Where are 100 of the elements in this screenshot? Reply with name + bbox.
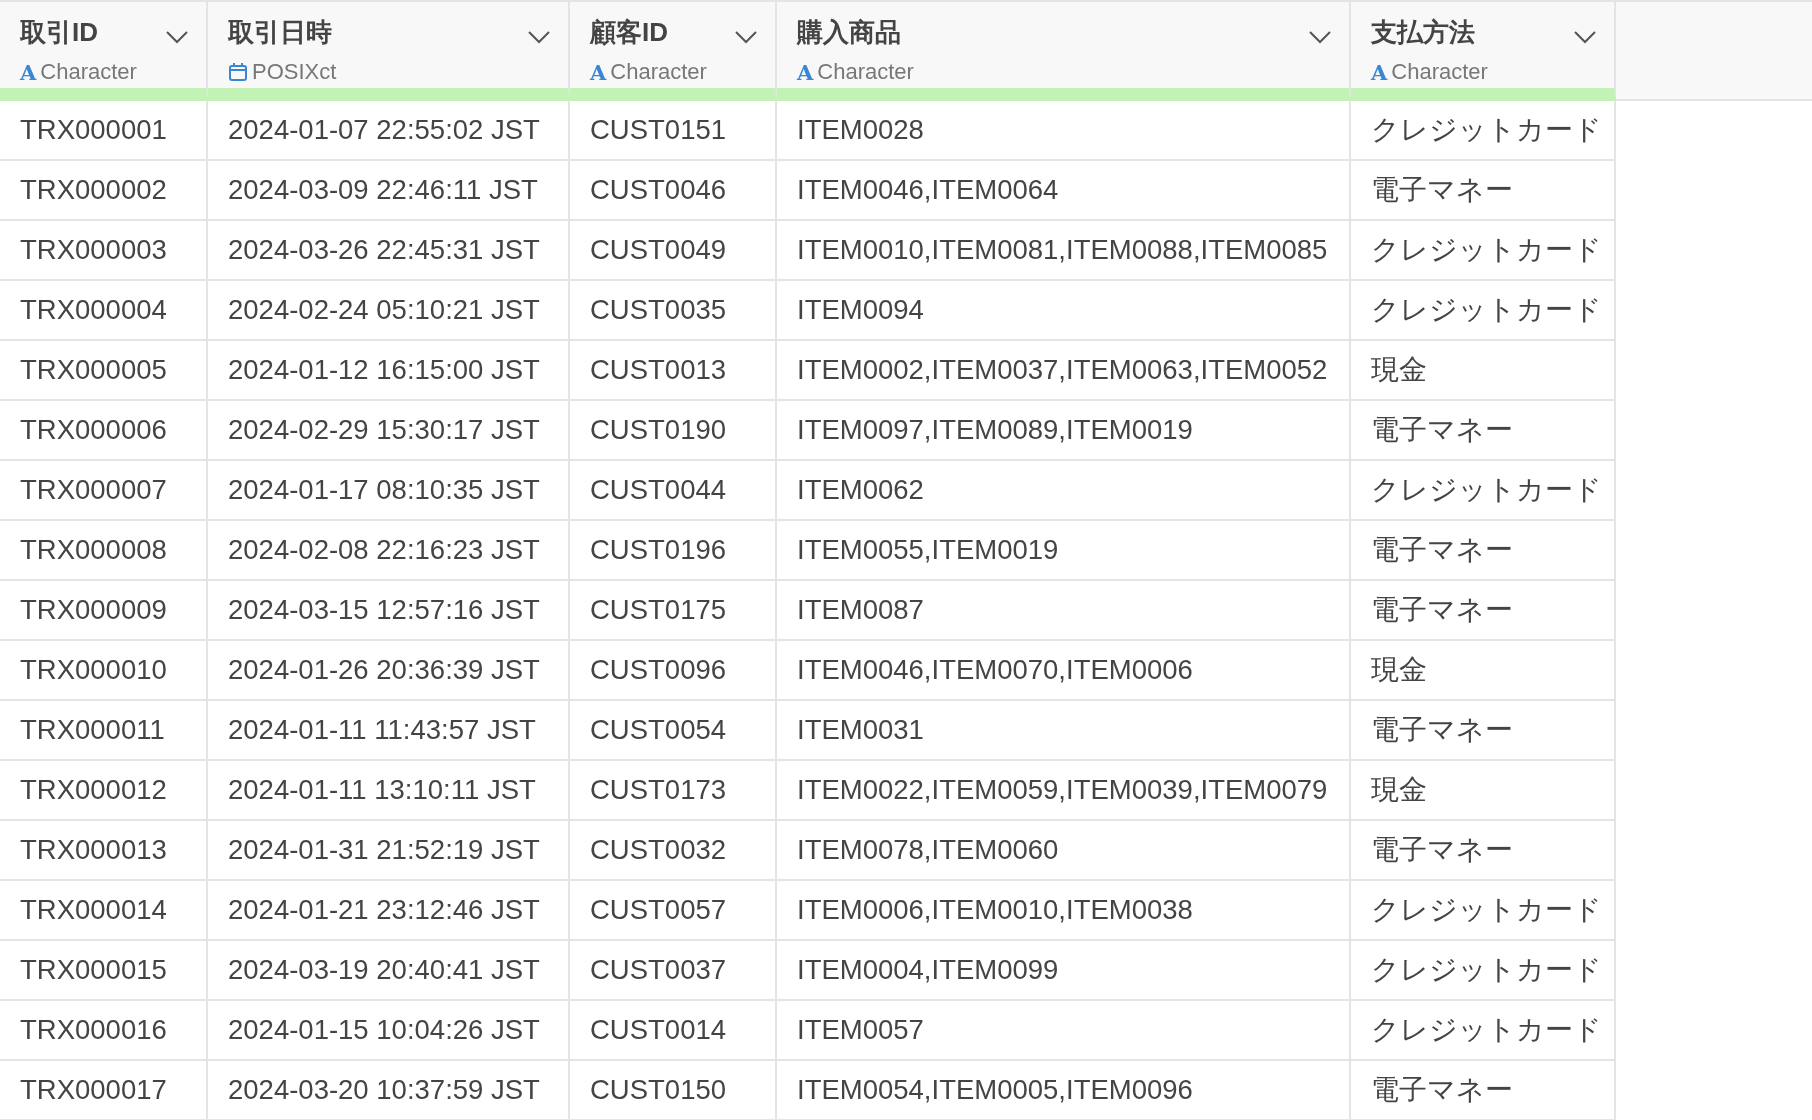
column-type-label: POSIXct	[252, 59, 337, 85]
table-cell: 2024-02-29 15:30:17 JST	[208, 401, 570, 461]
table-cell: ITEM0097,ITEM0089,ITEM0019	[777, 401, 1351, 461]
table-cell: ITEM0094	[777, 281, 1351, 341]
chevron-down-icon[interactable]	[1574, 30, 1596, 44]
table-cell: クレジットカード	[1351, 221, 1616, 281]
table-cell: CUST0049	[570, 221, 777, 281]
table-cell: ITEM0006,ITEM0010,ITEM0038	[777, 881, 1351, 941]
table-cell: ITEM0062	[777, 461, 1351, 521]
table-cell: 現金	[1351, 341, 1616, 401]
table-cell: ITEM0031	[777, 701, 1351, 761]
table-cell: クレジットカード	[1351, 101, 1616, 161]
table-cell: 現金	[1351, 641, 1616, 701]
chevron-down-icon[interactable]	[166, 30, 188, 44]
calendar-icon	[228, 62, 248, 82]
table-cell: CUST0013	[570, 341, 777, 401]
table-cell: CUST0046	[570, 161, 777, 221]
table-cell: クレジットカード	[1351, 461, 1616, 521]
table-cell: CUST0054	[570, 701, 777, 761]
table-cell: TRX000003	[0, 221, 208, 281]
table-cell: 2024-03-15 12:57:16 JST	[208, 581, 570, 641]
table-cell: 電子マネー	[1351, 1061, 1616, 1120]
table-cell: ITEM0087	[777, 581, 1351, 641]
column-title: 取引ID	[20, 16, 99, 49]
table-cell: 現金	[1351, 761, 1616, 821]
table-cell: TRX000007	[0, 461, 208, 521]
table-cell: 2024-03-19 20:40:41 JST	[208, 941, 570, 1001]
type-icon: A	[590, 61, 607, 83]
column-type-label: Character	[817, 59, 914, 85]
table-cell: クレジットカード	[1351, 881, 1616, 941]
type-icon: A	[797, 61, 814, 83]
table-cell: 2024-01-17 08:10:35 JST	[208, 461, 570, 521]
column-type-label: Character	[40, 59, 137, 85]
table-cell: ITEM0055,ITEM0019	[777, 521, 1351, 581]
table-cell: CUST0190	[570, 401, 777, 461]
table-cell: クレジットカード	[1351, 1001, 1616, 1061]
table-cell: TRX000013	[0, 821, 208, 881]
table-cell: TRX000001	[0, 101, 208, 161]
chevron-down-icon[interactable]	[528, 30, 550, 44]
chevron-down-icon[interactable]	[1309, 30, 1331, 44]
table-cell: CUST0151	[570, 101, 777, 161]
table-cell: 2024-02-24 05:10:21 JST	[208, 281, 570, 341]
table-cell: ITEM0010,ITEM0081,ITEM0088,ITEM0085	[777, 221, 1351, 281]
table-cell: CUST0175	[570, 581, 777, 641]
table-cell: 電子マネー	[1351, 401, 1616, 461]
table-cell: TRX000017	[0, 1061, 208, 1120]
table-cell: 2024-01-07 22:55:02 JST	[208, 101, 570, 161]
column-header[interactable]: 取引日時 POSIXct	[208, 0, 570, 101]
table-cell: TRX000016	[0, 1001, 208, 1061]
table-cell: CUST0037	[570, 941, 777, 1001]
table-cell: CUST0044	[570, 461, 777, 521]
table-cell: TRX000004	[0, 281, 208, 341]
table-cell: クレジットカード	[1351, 281, 1616, 341]
table-cell: CUST0057	[570, 881, 777, 941]
table-cell: TRX000010	[0, 641, 208, 701]
table-cell: 2024-01-15 10:04:26 JST	[208, 1001, 570, 1061]
table-cell: 電子マネー	[1351, 821, 1616, 881]
table-cell: ITEM0022,ITEM0059,ITEM0039,ITEM0079	[777, 761, 1351, 821]
table-cell: TRX000012	[0, 761, 208, 821]
table-cell: CUST0173	[570, 761, 777, 821]
table-cell: TRX000008	[0, 521, 208, 581]
column-title: 支払方法	[1371, 16, 1476, 49]
table-cell: 電子マネー	[1351, 581, 1616, 641]
type-icon: A	[1371, 61, 1388, 83]
table-cell: 2024-01-11 11:43:57 JST	[208, 701, 570, 761]
table-cell: 2024-01-26 20:36:39 JST	[208, 641, 570, 701]
table-cell: ITEM0004,ITEM0099	[777, 941, 1351, 1001]
table-cell: 2024-03-20 10:37:59 JST	[208, 1061, 570, 1120]
table-cell: ITEM0046,ITEM0064	[777, 161, 1351, 221]
table-cell: TRX000002	[0, 161, 208, 221]
table-cell: TRX000015	[0, 941, 208, 1001]
table-cell: TRX000005	[0, 341, 208, 401]
table-cell: CUST0150	[570, 1061, 777, 1120]
type-icon: A	[20, 61, 37, 83]
table-cell: ITEM0054,ITEM0005,ITEM0096	[777, 1061, 1351, 1120]
table-cell: 電子マネー	[1351, 521, 1616, 581]
table-cell: TRX000011	[0, 701, 208, 761]
table-cell: ITEM0078,ITEM0060	[777, 821, 1351, 881]
column-title: 購入商品	[797, 16, 902, 49]
chevron-down-icon[interactable]	[735, 30, 757, 44]
table-cell: ITEM0057	[777, 1001, 1351, 1061]
column-type-label: Character	[1391, 59, 1488, 85]
column-type-label: Character	[610, 59, 707, 85]
column-header[interactable]: 購入商品 A Character	[777, 0, 1351, 101]
table-cell: 2024-01-21 23:12:46 JST	[208, 881, 570, 941]
table-cell: 2024-01-11 13:10:11 JST	[208, 761, 570, 821]
table-cell: 2024-03-09 22:46:11 JST	[208, 161, 570, 221]
table-cell: TRX000006	[0, 401, 208, 461]
table-cell: 電子マネー	[1351, 161, 1616, 221]
table-cell: TRX000009	[0, 581, 208, 641]
column-title: 顧客ID	[590, 16, 669, 49]
table-cell: TRX000014	[0, 881, 208, 941]
table-cell: 2024-03-26 22:45:31 JST	[208, 221, 570, 281]
column-header[interactable]: 支払方法 A Character	[1351, 0, 1616, 101]
table-cell: ITEM0002,ITEM0037,ITEM0063,ITEM0052	[777, 341, 1351, 401]
column-header[interactable]: 取引ID A Character	[0, 0, 208, 101]
table-cell: 2024-02-08 22:16:23 JST	[208, 521, 570, 581]
table-cell: ITEM0028	[777, 101, 1351, 161]
table-cell: クレジットカード	[1351, 941, 1616, 1001]
column-header[interactable]: 顧客ID A Character	[570, 0, 777, 101]
